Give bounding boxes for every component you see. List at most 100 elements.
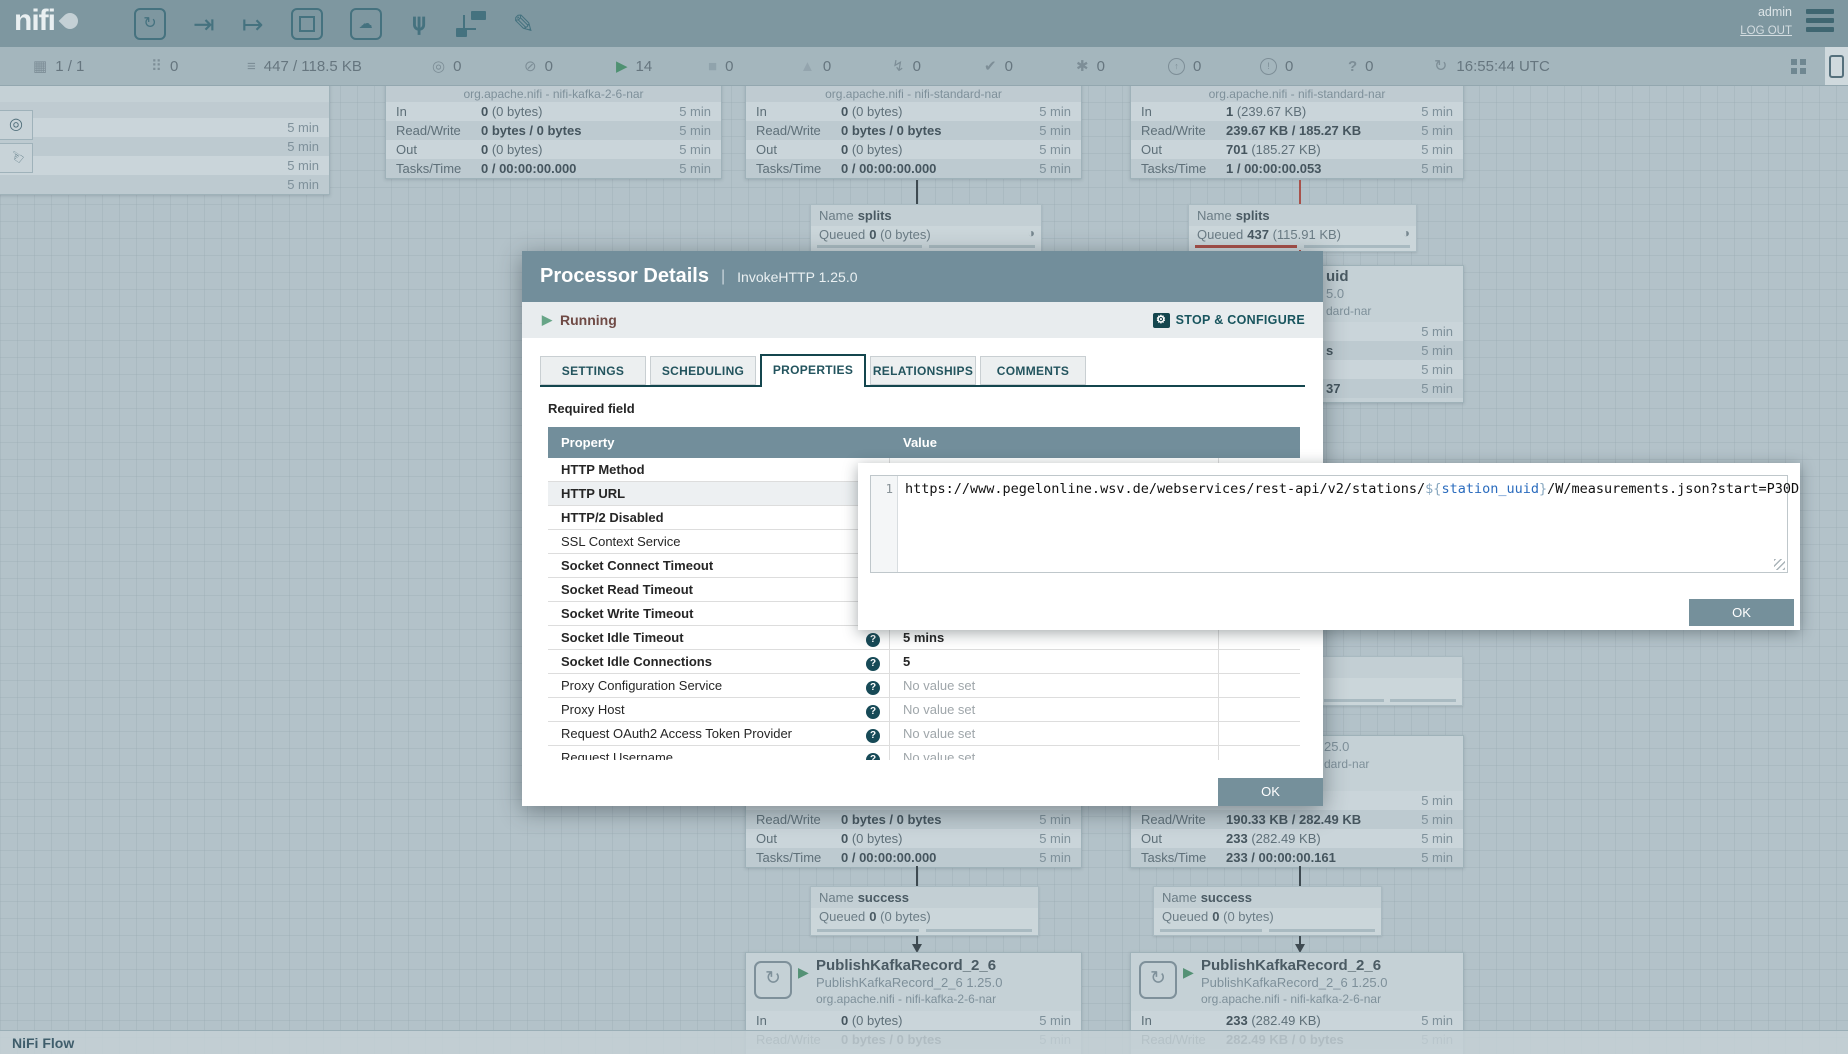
grid-toggle-icon[interactable]: [1791, 59, 1797, 65]
running-icon: ▶: [798, 964, 809, 981]
el-variable: station_uuid: [1441, 481, 1539, 497]
output-port-icon: ↦: [242, 4, 264, 44]
running-icon: ▶: [1183, 964, 1194, 981]
invalid-icon: ▲: [800, 58, 815, 75]
queued-icon: ≡: [247, 58, 256, 75]
status-running: ▶14: [616, 47, 652, 85]
status-unversioned: ?0: [1348, 47, 1374, 85]
dialog-state-row: ▶ Running ⚙ STOP & CONFIGURE: [522, 302, 1323, 338]
process-group-icon[interactable]: [291, 8, 323, 40]
navigate-palette-button[interactable]: ◎: [0, 110, 33, 140]
connection-line[interactable]: [1299, 866, 1301, 886]
stat-row: Out0 (0 bytes)5 min: [386, 140, 721, 159]
status-stopped: ■0: [708, 47, 733, 85]
required-field-note: Required field: [548, 401, 635, 416]
connection-line[interactable]: [916, 866, 918, 886]
connection-label-clipped[interactable]: [1320, 656, 1463, 706]
stat-row: Read/Write0 bytes / 0 bytes5 min: [746, 121, 1081, 140]
processor-icon[interactable]: ↻: [134, 8, 166, 40]
cluster-icon: ▦: [33, 57, 47, 75]
compass-icon: ◎: [9, 116, 23, 133]
connection-label-success-right[interactable]: Namesuccess Queued0 (0 bytes): [1153, 886, 1382, 936]
status-not-transmitting: ⊘0: [524, 47, 553, 85]
input-port-icon[interactable]: ⇥: [193, 4, 215, 44]
funnel-icon[interactable]: ⋔: [409, 10, 429, 39]
dialog-ok-button[interactable]: OK: [1218, 778, 1323, 806]
locally-modified-icon: ✱: [1076, 57, 1089, 75]
property-row: Request Username?No value set: [548, 746, 1300, 760]
tab-settings[interactable]: SETTINGS: [540, 356, 646, 385]
editor-content[interactable]: https://www.pegelonline.wsv.de/webservic…: [905, 481, 1799, 497]
status-queued: ≡447 / 118.5 KB: [247, 47, 362, 85]
logout-link[interactable]: LOG OUT: [1740, 25, 1792, 37]
stat-row: Out701 (185.27 KB)5 min: [1131, 140, 1463, 159]
stat-row: Out0 (0 bytes)5 min: [746, 140, 1081, 159]
processor-clipped-right[interactable]: uid 5.0 dard-nar 5 min s5 min 5 min 375 …: [1318, 265, 1464, 403]
question-icon: ?: [1348, 58, 1357, 75]
connection-label-splits-right[interactable]: Namesplits Queued437 (115.91 KB) ◑: [1188, 204, 1417, 252]
stat-row: Read/Write239.67 KB / 185.27 KB5 min: [1131, 121, 1463, 140]
tab-properties[interactable]: PROPERTIES: [760, 354, 866, 387]
status-disabled: ↯0: [892, 47, 921, 85]
breadcrumb-bar: NiFi Flow: [0, 1030, 1848, 1054]
status-bar: ▦1 / 1 ⠿0 ≡447 / 118.5 KB ◎0 ⊘0 ▶14 ■0 ▲…: [0, 47, 1848, 86]
tab-relationships[interactable]: RELATIONSHIPS: [870, 356, 976, 385]
label-icon[interactable]: ✎: [513, 4, 535, 44]
tab-scheduling[interactable]: SCHEDULING: [650, 356, 756, 385]
disabled-icon: ↯: [892, 57, 905, 75]
value-editor[interactable]: 1 https://www.pegelonline.wsv.de/webserv…: [870, 475, 1788, 573]
stop-configure-icon: ⚙: [1153, 313, 1170, 328]
stat-row: 5 min: [0, 175, 329, 194]
line-number: 1: [885, 481, 893, 496]
popup-ok-button[interactable]: OK: [1689, 599, 1794, 626]
resize-handle-icon[interactable]: [1774, 559, 1785, 570]
hand-tool-button[interactable]: ☜: [0, 143, 33, 173]
last-refresh-time: 16:55:44 UTC: [1456, 58, 1549, 75]
droplet-icon: [59, 10, 82, 33]
stat-row: In0 (0 bytes)5 min: [746, 102, 1081, 121]
refresh-icon[interactable]: ↻: [1434, 56, 1447, 76]
stale-icon: ↑: [1168, 58, 1185, 75]
not-transmitting-icon: ⊘: [524, 57, 537, 75]
panel-toggle-button[interactable]: [1825, 47, 1848, 85]
help-icon[interactable]: ?: [866, 729, 880, 743]
stop-and-configure-button[interactable]: ⚙ STOP & CONFIGURE: [1153, 302, 1305, 338]
status-transmitting: ◎0: [432, 47, 461, 85]
processor-bundle: org.apache.nifi - nifi-standard-nar: [746, 86, 1081, 102]
processor-icon: ↻: [754, 961, 792, 999]
panel-icon: [1829, 55, 1844, 78]
stat-row: 5 min: [0, 156, 329, 175]
remote-process-group-icon[interactable]: ☁: [350, 8, 382, 40]
stat-row: 5 min: [0, 137, 329, 156]
tab-comments[interactable]: COMMENTS: [980, 356, 1086, 385]
connection-label-splits-left[interactable]: Namesplits Queued0 (0 bytes) ◑: [810, 204, 1042, 252]
connection-line[interactable]: [916, 180, 918, 204]
template-icon[interactable]: [456, 11, 486, 37]
sync-failure-icon: !: [1260, 58, 1277, 75]
help-icon[interactable]: ?: [866, 633, 880, 647]
queue-percent-icon: ◑: [1028, 226, 1035, 240]
global-menu-icon[interactable]: [1806, 9, 1834, 36]
property-row: Request OAuth2 Access Token Provider?No …: [548, 722, 1300, 746]
stat-row: Tasks/Time0 / 00:00:00.0005 min: [386, 159, 721, 178]
status-stale: ↑0: [1168, 47, 1201, 85]
connection-label-success-left[interactable]: Namesuccess Queued0 (0 bytes): [810, 886, 1039, 936]
dialog-header: Processor Details | InvokeHTTP 1.25.0: [522, 251, 1323, 302]
el-open: ${: [1425, 481, 1441, 497]
help-icon[interactable]: ?: [866, 681, 880, 695]
breadcrumb[interactable]: NiFi Flow: [12, 1031, 74, 1054]
status-threads: ⠿0: [151, 47, 178, 85]
processor-bundle: org.apache.nifi - nifi-kafka-2-6-nar: [386, 86, 721, 102]
transmitting-icon: ◎: [432, 57, 445, 75]
properties-table-header: Property Value: [548, 427, 1300, 458]
property-row: Socket Idle Connections?5: [548, 650, 1300, 674]
connection-line-alert[interactable]: [1299, 180, 1301, 204]
up-to-date-icon: ✔: [984, 57, 997, 75]
help-icon[interactable]: ?: [866, 705, 880, 719]
status-cluster: ▦1 / 1: [33, 47, 84, 85]
help-icon[interactable]: ?: [866, 753, 880, 760]
help-icon[interactable]: ?: [866, 657, 880, 671]
dialog-title: Processor Details: [540, 265, 709, 288]
stat-row: Tasks/Time1 / 00:00:00.0535 min: [1131, 159, 1463, 178]
status-up-to-date: ✔0: [984, 47, 1013, 85]
